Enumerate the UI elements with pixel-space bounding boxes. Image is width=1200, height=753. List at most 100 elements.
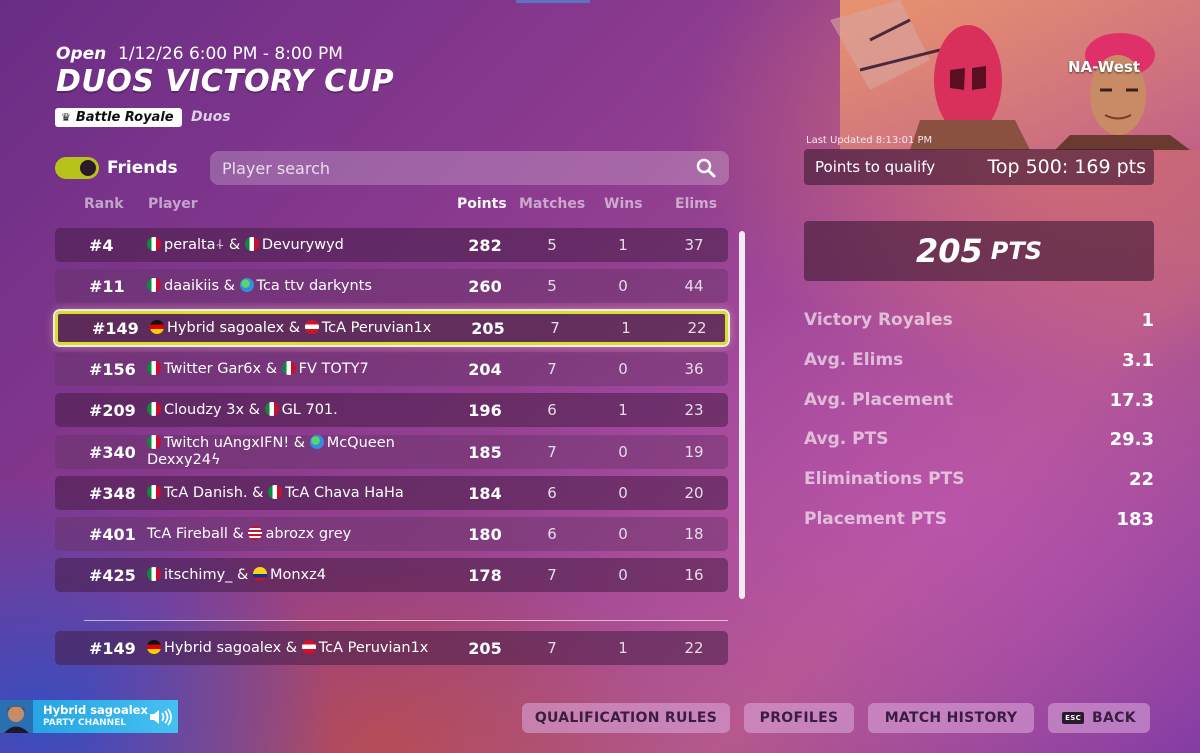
col-header-elims[interactable]: Elims [675,196,717,212]
row-points: 184 [468,483,502,503]
stat-value: 3.1 [1122,349,1154,371]
row-points: 260 [468,276,502,296]
back-button[interactable]: ESC BACK [1048,703,1150,733]
row-points: 185 [468,442,502,462]
stat-value: 22 [1128,469,1154,491]
flag-mx-icon [147,360,161,375]
player-two: TcA Peruvian1x [321,319,432,336]
table-row[interactable]: #4 peralta⍭ & Devurywyd 282 5 1 37 [55,228,728,262]
flag-de-icon [150,319,164,334]
row-matches: 5 [547,277,557,295]
player-one: Twitter Gar6x [164,360,262,377]
col-header-player: Player [148,196,198,212]
player-one: Twitch uAngxIFN! [164,435,290,451]
col-header-rank: Rank [84,196,124,212]
flag-mx-icon [264,401,279,416]
qualification-rules-button[interactable]: QUALIFICATION RULES [522,703,730,733]
row-matches: 6 [547,525,557,543]
qualify-box: Points to qualify Top 500: 169 pts [804,149,1154,185]
flag-mx-icon [147,484,161,499]
player-one: Cloudzy 3x [164,401,245,418]
match-history-button[interactable]: MATCH HISTORY [868,703,1034,733]
player-two: Devurywyd [261,236,344,253]
crown-icon: ♛ [61,111,71,124]
stat-row: Avg. Elims 3.1 [804,350,1154,371]
stat-label: Eliminations PTS [804,469,965,490]
row-rank: #149 [92,318,139,338]
toggle-knob [80,160,96,176]
mode-badge: ♛ Battle Royale [55,108,182,127]
row-points: 196 [468,400,502,420]
flag-mx-icon [147,236,161,251]
table-row[interactable]: #149 Hybrid sagoalex & TcA Peruvian1x 20… [55,631,728,665]
row-wins: 1 [618,236,628,254]
row-elims: 23 [684,401,704,419]
row-wins: 1 [618,401,628,419]
search-bar[interactable] [210,151,729,185]
total-points: 205 [915,232,983,270]
stat-label: Avg. PTS [804,429,889,450]
row-elims: 22 [684,639,704,657]
character-artwork [800,0,1200,150]
row-players: Hybrid sagoalex & TcA Peruvian1x [150,319,440,337]
table-row[interactable]: #209 Cloudzy 3x & GL 701. 196 6 1 23 [55,393,728,427]
table-row[interactable]: #11 daaikiis & Tca ttv darkynts 260 5 0 … [55,269,728,303]
row-players: Twitter Gar6x & FV TOTY7 [147,360,437,378]
table-row[interactable]: #425 itschimy_ & Monxz4 178 7 0 16 [55,558,728,592]
search-icon[interactable] [695,157,717,179]
row-rank: #209 [89,400,136,420]
speaker-icon[interactable] [148,708,174,726]
row-points: 282 [468,235,502,255]
col-header-points[interactable]: Points [457,196,507,212]
leaderboard-scrollbar[interactable] [739,231,745,599]
profiles-button[interactable]: PROFILES [744,703,854,733]
party-member-name: Hybrid sagoalex [43,703,148,717]
row-players: Hybrid sagoalex & TcA Peruvian1x [147,639,437,657]
event-time-window: 1/12/26 6:00 PM - 8:00 PM [118,44,343,64]
row-wins: 0 [618,525,628,543]
table-row[interactable]: #340 Twitch uAngxIFN! & McQueen Dexxy24ϟ… [55,435,728,469]
col-header-matches[interactable]: Matches [519,196,585,212]
event-status: Open [56,44,107,64]
row-matches: 7 [547,443,557,461]
player-search-input[interactable] [222,158,662,178]
esc-key-icon: ESC [1062,712,1085,724]
row-elims: 22 [687,319,707,337]
row-elims: 18 [684,525,704,543]
table-row[interactable]: #156 Twitter Gar6x & FV TOTY7 204 7 0 36 [55,352,728,386]
team-type: Duos [191,109,231,125]
table-row[interactable]: #348 TcA Danish. & TcA Chava HaHa 184 6 … [55,476,728,510]
player-two: FV TOTY7 [298,360,369,377]
col-header-wins[interactable]: Wins [604,196,643,212]
row-elims: 44 [684,277,704,295]
row-players: Twitch uAngxIFN! & McQueen Dexxy24ϟ [147,435,395,468]
qualify-value: Top 500: 169 pts [987,156,1146,178]
row-wins: 1 [621,319,631,337]
player-one: itschimy_ [164,566,233,583]
row-players: itschimy_ & Monxz4 [147,566,437,584]
player-one: Hybrid sagoalex [164,639,282,656]
flag-pe-icon [301,639,316,654]
row-matches: 7 [547,639,557,657]
flag-mx-icon [244,236,259,251]
row-points: 178 [468,565,502,585]
row-wins: 0 [618,484,628,502]
last-updated: Last Updated 8:13:01 PM [806,135,933,146]
party-channel[interactable]: Hybrid sagoalex PARTY CHANNEL [0,700,178,733]
stat-row: Avg. Placement 17.3 [804,390,1154,411]
player-two: abrozx grey [265,525,352,542]
table-row[interactable]: #149 Hybrid sagoalex & TcA Peruvian1x 20… [55,311,728,345]
stat-label: Placement PTS [804,509,948,529]
row-elims: 37 [684,236,704,254]
row-points: 204 [468,359,502,379]
row-elims: 20 [684,484,704,502]
flag-pe-icon [304,319,319,334]
table-row[interactable]: #401 TcA Fireball & abrozx grey 180 6 0 … [55,517,728,551]
back-button-label: BACK [1092,710,1136,726]
stat-value: 17.3 [1109,389,1154,411]
friends-toggle[interactable] [55,157,99,179]
flag-mx-icon [281,360,296,375]
stat-value: 1 [1141,310,1154,331]
flag-co-icon [252,566,267,581]
stat-label: Victory Royales [804,310,953,330]
